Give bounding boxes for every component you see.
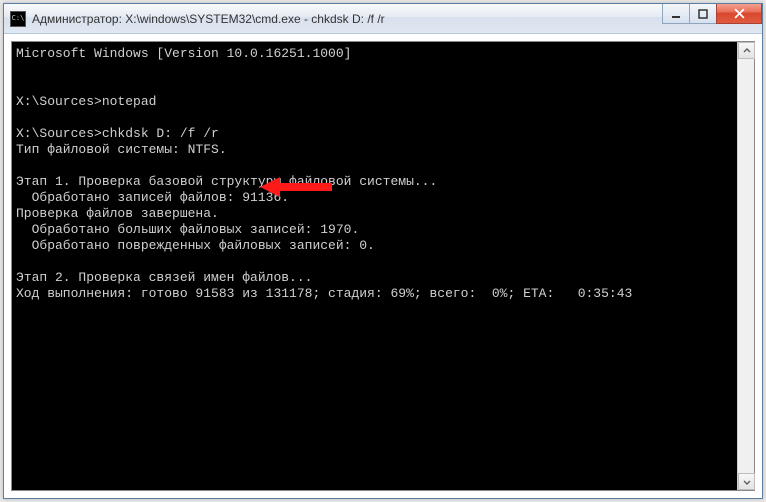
window-controls xyxy=(663,4,762,24)
minimize-button[interactable] xyxy=(662,4,690,24)
maximize-icon xyxy=(698,9,708,19)
chevron-down-icon xyxy=(743,478,751,486)
cmd-app-icon: C:\ xyxy=(10,11,26,27)
minimize-icon xyxy=(671,9,681,19)
maximize-button[interactable] xyxy=(689,4,717,24)
vertical-scrollbar[interactable] xyxy=(737,42,754,490)
console-line: Этап 2. Проверка связей имен файлов... xyxy=(16,270,312,285)
cmd-window: C:\ Администратор: X:\windows\SYSTEM32\c… xyxy=(3,3,763,499)
scroll-up-button[interactable] xyxy=(738,42,755,59)
console-line: X:\Sources>chkdsk D: /f /r xyxy=(16,126,219,141)
window-title: Администратор: X:\windows\SYSTEM32\cmd.e… xyxy=(32,12,385,26)
console-line: Этап 1. Проверка базовой структуры файло… xyxy=(16,174,437,189)
console-line: X:\Sources>notepad xyxy=(16,94,156,109)
console-client-area: Microsoft Windows [Version 10.0.16251.10… xyxy=(11,41,755,491)
console-line: Microsoft Windows [Version 10.0.16251.10… xyxy=(16,46,351,61)
console-line: Обработано записей файлов: 91136. xyxy=(16,190,289,205)
console-line: Обработано поврежденных файловых записей… xyxy=(16,238,375,253)
chevron-up-icon xyxy=(743,47,751,55)
close-button[interactable] xyxy=(716,4,762,24)
console-line: Тип файловой системы: NTFS. xyxy=(16,142,227,157)
titlebar[interactable]: C:\ Администратор: X:\windows\SYSTEM32\c… xyxy=(4,4,762,34)
console-line: Обработано больших файловых записей: 197… xyxy=(16,222,359,237)
close-icon xyxy=(734,8,745,19)
scroll-down-button[interactable] xyxy=(738,473,755,490)
console-line: Ход выполнения: готово 91583 из 131178; … xyxy=(16,286,632,301)
console-line: Проверка файлов завершена. xyxy=(16,206,219,221)
console-output[interactable]: Microsoft Windows [Version 10.0.16251.10… xyxy=(12,42,737,490)
